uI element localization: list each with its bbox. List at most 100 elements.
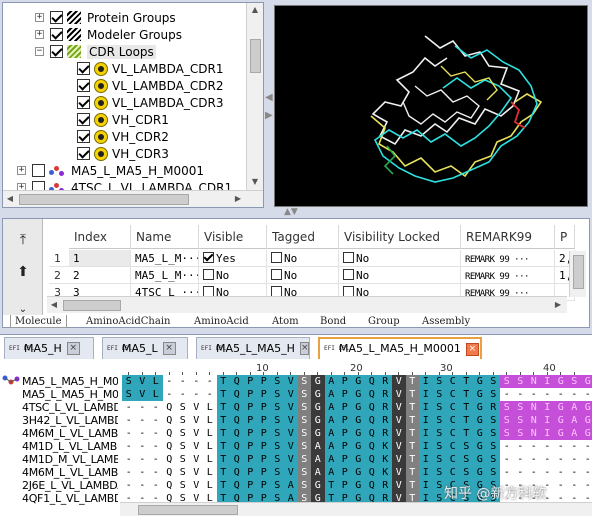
table-vertical-scrollbar[interactable] [569, 251, 586, 297]
tree-item[interactable]: + MA5_L_MA5_H_M0001 [17, 162, 204, 179]
sequence-name[interactable]: 4M6M_L_VL_LAMBDA [22, 427, 118, 440]
residue[interactable]: S [297, 440, 311, 453]
close-icon[interactable]: × [465, 342, 479, 356]
residue[interactable]: R [378, 388, 392, 401]
move-up-icon[interactable]: ⬆ [11, 261, 35, 283]
residue[interactable]: A [324, 375, 338, 388]
residue[interactable]: G [581, 375, 592, 388]
residue[interactable]: P [257, 466, 271, 479]
residue[interactable]: T [216, 427, 230, 440]
residue[interactable]: - [162, 388, 176, 401]
residue[interactable]: A [324, 388, 338, 401]
residue[interactable]: A [324, 427, 338, 440]
scroll-up-icon[interactable]: ▲ [248, 3, 262, 17]
tree-horizontal-scrollbar[interactable]: ◀ ▶ [3, 190, 263, 207]
residue[interactable]: - [500, 440, 514, 453]
residue[interactable]: S [432, 427, 446, 440]
residue[interactable]: Q [162, 453, 176, 466]
residue[interactable]: S [176, 440, 190, 453]
residue[interactable]: R [378, 427, 392, 440]
residue[interactable]: L [149, 375, 163, 388]
residue[interactable]: A [324, 401, 338, 414]
residue[interactable]: - [149, 453, 163, 466]
residue[interactable]: - [135, 440, 149, 453]
sequence-name[interactable]: 4TSC_L_VL_LAMBDA [22, 401, 118, 414]
residue[interactable]: - [500, 466, 514, 479]
residue[interactable]: S [176, 466, 190, 479]
residue[interactable]: Q [230, 440, 244, 453]
residue[interactable]: - [149, 479, 163, 492]
residue[interactable]: P [257, 375, 271, 388]
residue[interactable]: S [270, 375, 284, 388]
residue[interactable]: T [405, 466, 419, 479]
residue[interactable]: V [135, 375, 149, 388]
residue[interactable]: I [419, 388, 433, 401]
cell-checkbox[interactable] [271, 252, 282, 263]
residue[interactable]: Q [162, 414, 176, 427]
residue[interactable]: C [446, 440, 460, 453]
residue[interactable]: S [270, 427, 284, 440]
residue[interactable]: - [581, 453, 592, 466]
residue[interactable]: G [473, 388, 487, 401]
visibility-checkbox[interactable] [77, 79, 90, 92]
sequence-tab[interactable]: EFI LPL MA5_L_MA5_H_M0001 × [318, 337, 482, 359]
residue[interactable]: T [405, 414, 419, 427]
table-column-header[interactable]: Visible [199, 225, 267, 249]
residue[interactable]: S [270, 388, 284, 401]
residue[interactable]: V [189, 466, 203, 479]
residue[interactable]: I [540, 427, 554, 440]
residue[interactable]: G [554, 414, 568, 427]
residue[interactable]: P [257, 427, 271, 440]
residue[interactable]: N [527, 414, 541, 427]
residue[interactable]: R [378, 479, 392, 492]
residue[interactable]: S [500, 427, 514, 440]
residue[interactable]: S [122, 388, 136, 401]
residue[interactable]: - [567, 466, 581, 479]
residue[interactable]: - [189, 388, 203, 401]
bottom-tab[interactable]: Molecule [10, 315, 67, 328]
residue[interactable]: P [338, 414, 352, 427]
residue[interactable]: - [135, 401, 149, 414]
residue[interactable]: - [189, 375, 203, 388]
residue[interactable]: S [176, 427, 190, 440]
expand-icon[interactable]: + [35, 30, 44, 39]
residue[interactable]: Q [162, 466, 176, 479]
seq-horizontal-scrollbar[interactable] [120, 502, 592, 516]
residue[interactable]: - [540, 453, 554, 466]
residue[interactable]: - [581, 466, 592, 479]
residue[interactable]: P [257, 440, 271, 453]
residue[interactable]: P [243, 466, 257, 479]
residue[interactable]: I [419, 440, 433, 453]
residue[interactable]: S [486, 414, 500, 427]
residue[interactable]: G [473, 466, 487, 479]
residue[interactable]: S [486, 440, 500, 453]
residue[interactable]: - [203, 375, 217, 388]
cell-checkbox[interactable] [271, 269, 282, 280]
residue[interactable]: I [540, 401, 554, 414]
residue[interactable]: Q [162, 401, 176, 414]
tree-item[interactable]: VH_CDR1 [77, 111, 169, 128]
residue[interactable]: T [459, 427, 473, 440]
residue[interactable]: G [473, 401, 487, 414]
residue[interactable]: L [149, 388, 163, 401]
residue[interactable]: - [554, 466, 568, 479]
residue[interactable]: - [122, 440, 136, 453]
cell-checkbox[interactable] [343, 269, 354, 280]
visibility-checkbox[interactable] [77, 130, 90, 143]
residue[interactable]: G [581, 401, 592, 414]
residue[interactable]: I [419, 427, 433, 440]
residue[interactable]: V [189, 453, 203, 466]
residue[interactable]: V [189, 479, 203, 492]
residue[interactable]: P [338, 375, 352, 388]
residue[interactable]: S [513, 427, 527, 440]
residue[interactable]: I [419, 479, 433, 492]
tree-item[interactable]: + Protein Groups [35, 9, 176, 26]
bottom-tab[interactable]: Bond [320, 315, 346, 328]
residue[interactable]: S [459, 466, 473, 479]
residue[interactable]: S [270, 440, 284, 453]
residue[interactable]: P [243, 414, 257, 427]
residue[interactable]: C [446, 427, 460, 440]
locked-cell[interactable]: No [339, 250, 461, 267]
residue[interactable]: - [149, 414, 163, 427]
visibility-checkbox[interactable] [32, 164, 45, 177]
